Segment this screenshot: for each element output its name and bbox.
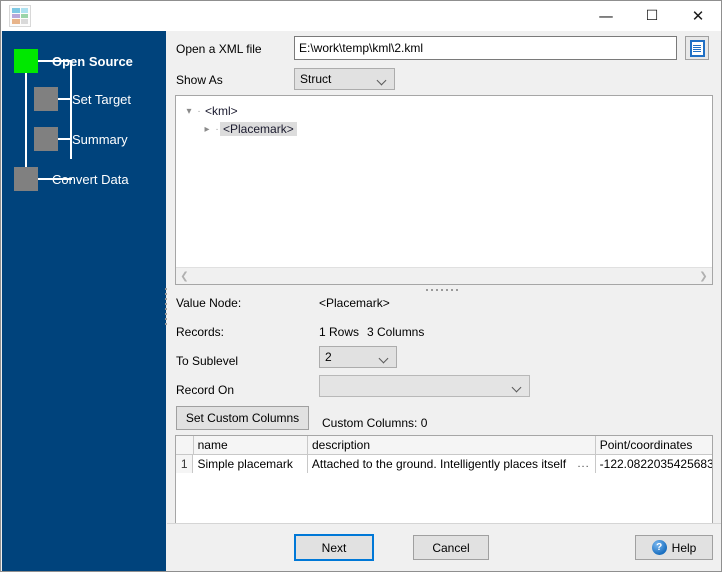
help-button[interactable]: ? Help bbox=[635, 535, 713, 560]
record-on-dropdown[interactable] bbox=[319, 375, 530, 397]
records-column-count: 3 Columns bbox=[367, 325, 425, 339]
step-marker-set-target bbox=[34, 87, 58, 111]
records-label: Records: bbox=[176, 325, 225, 339]
file-label: Open a XML file bbox=[176, 42, 262, 56]
xml-structure-tree[interactable]: ▾ · <kml> ▸ · <Placemark> ❮ ❯ bbox=[175, 95, 713, 285]
grid-header-coordinates[interactable]: Point/coordinates bbox=[596, 436, 712, 454]
grid-cell-description-text: Attached to the ground. Intelligently pl… bbox=[311, 457, 567, 471]
to-sublevel-dropdown[interactable]: 2 bbox=[319, 346, 397, 368]
wizard-steps: Open Source Set Target Summary Convert D… bbox=[2, 40, 166, 191]
tree-node-kml[interactable]: ▾ · <kml> bbox=[176, 102, 712, 120]
sidebar-item-label: Set Target bbox=[72, 91, 132, 107]
browse-file-button[interactable] bbox=[685, 36, 709, 60]
grid-header-row: name description Point/coordinates bbox=[176, 436, 712, 455]
table-row[interactable]: 1 Simple placemark Attached to the groun… bbox=[176, 455, 712, 473]
grid-cell-name[interactable]: Simple placemark bbox=[193, 455, 308, 473]
step-marker-convert-data bbox=[14, 167, 38, 191]
show-as-dropdown[interactable]: Struct bbox=[294, 68, 395, 90]
tree-content: ▾ · <kml> ▸ · <Placemark> bbox=[176, 96, 712, 272]
grid-header-description[interactable]: description bbox=[308, 436, 596, 454]
step-connector-vertical-main bbox=[25, 61, 27, 178]
tree-node-placemark[interactable]: ▸ · <Placemark> bbox=[176, 120, 712, 138]
next-button[interactable]: Next bbox=[294, 534, 374, 561]
chevron-down-icon bbox=[380, 355, 389, 360]
grid-cell-description[interactable]: Attached to the ground. Intelligently pl… bbox=[308, 455, 596, 473]
grid-header-name[interactable]: name bbox=[194, 436, 308, 454]
document-browse-icon bbox=[689, 39, 705, 57]
scroll-right-icon[interactable]: ❯ bbox=[695, 271, 712, 282]
main-content: Open a XML file E:\work\temp\kml\2.kml S… bbox=[167, 31, 721, 571]
records-row-count: 1 Rows bbox=[319, 325, 360, 339]
maximize-button[interactable]: ☐ bbox=[629, 2, 675, 31]
cancel-button[interactable]: Cancel bbox=[413, 535, 489, 560]
chevron-down-icon bbox=[513, 384, 522, 389]
value-node-label: Value Node: bbox=[176, 296, 242, 310]
sidebar-item-set-target[interactable]: Set Target bbox=[34, 87, 131, 111]
sidebar-item-label: Convert Data bbox=[52, 171, 129, 187]
to-sublevel-value: 2 bbox=[325, 350, 332, 364]
set-custom-columns-button[interactable]: Set Custom Columns bbox=[176, 406, 309, 430]
show-as-label: Show As bbox=[176, 73, 223, 87]
show-as-value: Struct bbox=[300, 72, 332, 86]
minimize-button[interactable]: — bbox=[583, 2, 629, 31]
spreadsheet-icon bbox=[9, 5, 31, 27]
step-marker-summary bbox=[34, 127, 58, 151]
to-sublevel-label: To Sublevel bbox=[176, 354, 239, 368]
record-on-label: Record On bbox=[176, 383, 235, 397]
tree-scroll-track[interactable] bbox=[193, 268, 695, 284]
tree-node-label: <kml> bbox=[205, 104, 238, 118]
chevron-down-icon[interactable]: ▾ bbox=[182, 106, 196, 117]
value-node-value: <Placemark> bbox=[319, 296, 390, 310]
grid-cell-rownum: 1 bbox=[176, 455, 194, 473]
chevron-down-icon bbox=[378, 77, 387, 82]
chevron-right-icon[interactable]: ▸ bbox=[200, 124, 214, 135]
sidebar-item-label: Summary bbox=[72, 131, 128, 147]
help-button-label: Help bbox=[671, 540, 697, 555]
scroll-left-icon[interactable]: ❮ bbox=[176, 271, 193, 282]
grid-cell-coordinates[interactable]: -122.0822035425683,3 bbox=[596, 455, 712, 473]
tree-horizontal-scrollbar[interactable]: ❮ ❯ bbox=[176, 267, 712, 284]
custom-columns-status: Custom Columns: 0 bbox=[322, 416, 428, 430]
horizontal-splitter[interactable] bbox=[422, 287, 462, 292]
sidebar-item-open-source[interactable]: Open Source bbox=[14, 49, 133, 73]
tree-node-label: <Placemark> bbox=[220, 122, 297, 136]
sidebar-item-summary[interactable]: Summary bbox=[34, 127, 128, 151]
application-window: — ☐ ✕ Open Source Set Target Summary Con… bbox=[0, 0, 722, 572]
xml-file-input[interactable]: E:\work\temp\kml\2.kml bbox=[294, 36, 677, 60]
close-button[interactable]: ✕ bbox=[675, 2, 721, 31]
grid-header-rownum[interactable] bbox=[176, 436, 194, 454]
grid-cell-description-overflow: ... bbox=[577, 458, 590, 470]
step-marker-open-source bbox=[14, 49, 38, 73]
title-bar: — ☐ ✕ bbox=[1, 1, 721, 31]
source-form: Open a XML file E:\work\temp\kml\2.kml S… bbox=[167, 31, 721, 95]
sidebar-item-label: Open Source bbox=[52, 53, 133, 69]
dialog-footer: Next Cancel ? Help bbox=[167, 523, 721, 571]
sidebar-item-convert-data[interactable]: Convert Data bbox=[14, 167, 129, 191]
wizard-sidebar: Open Source Set Target Summary Convert D… bbox=[2, 31, 166, 571]
question-mark-icon: ? bbox=[651, 540, 667, 555]
